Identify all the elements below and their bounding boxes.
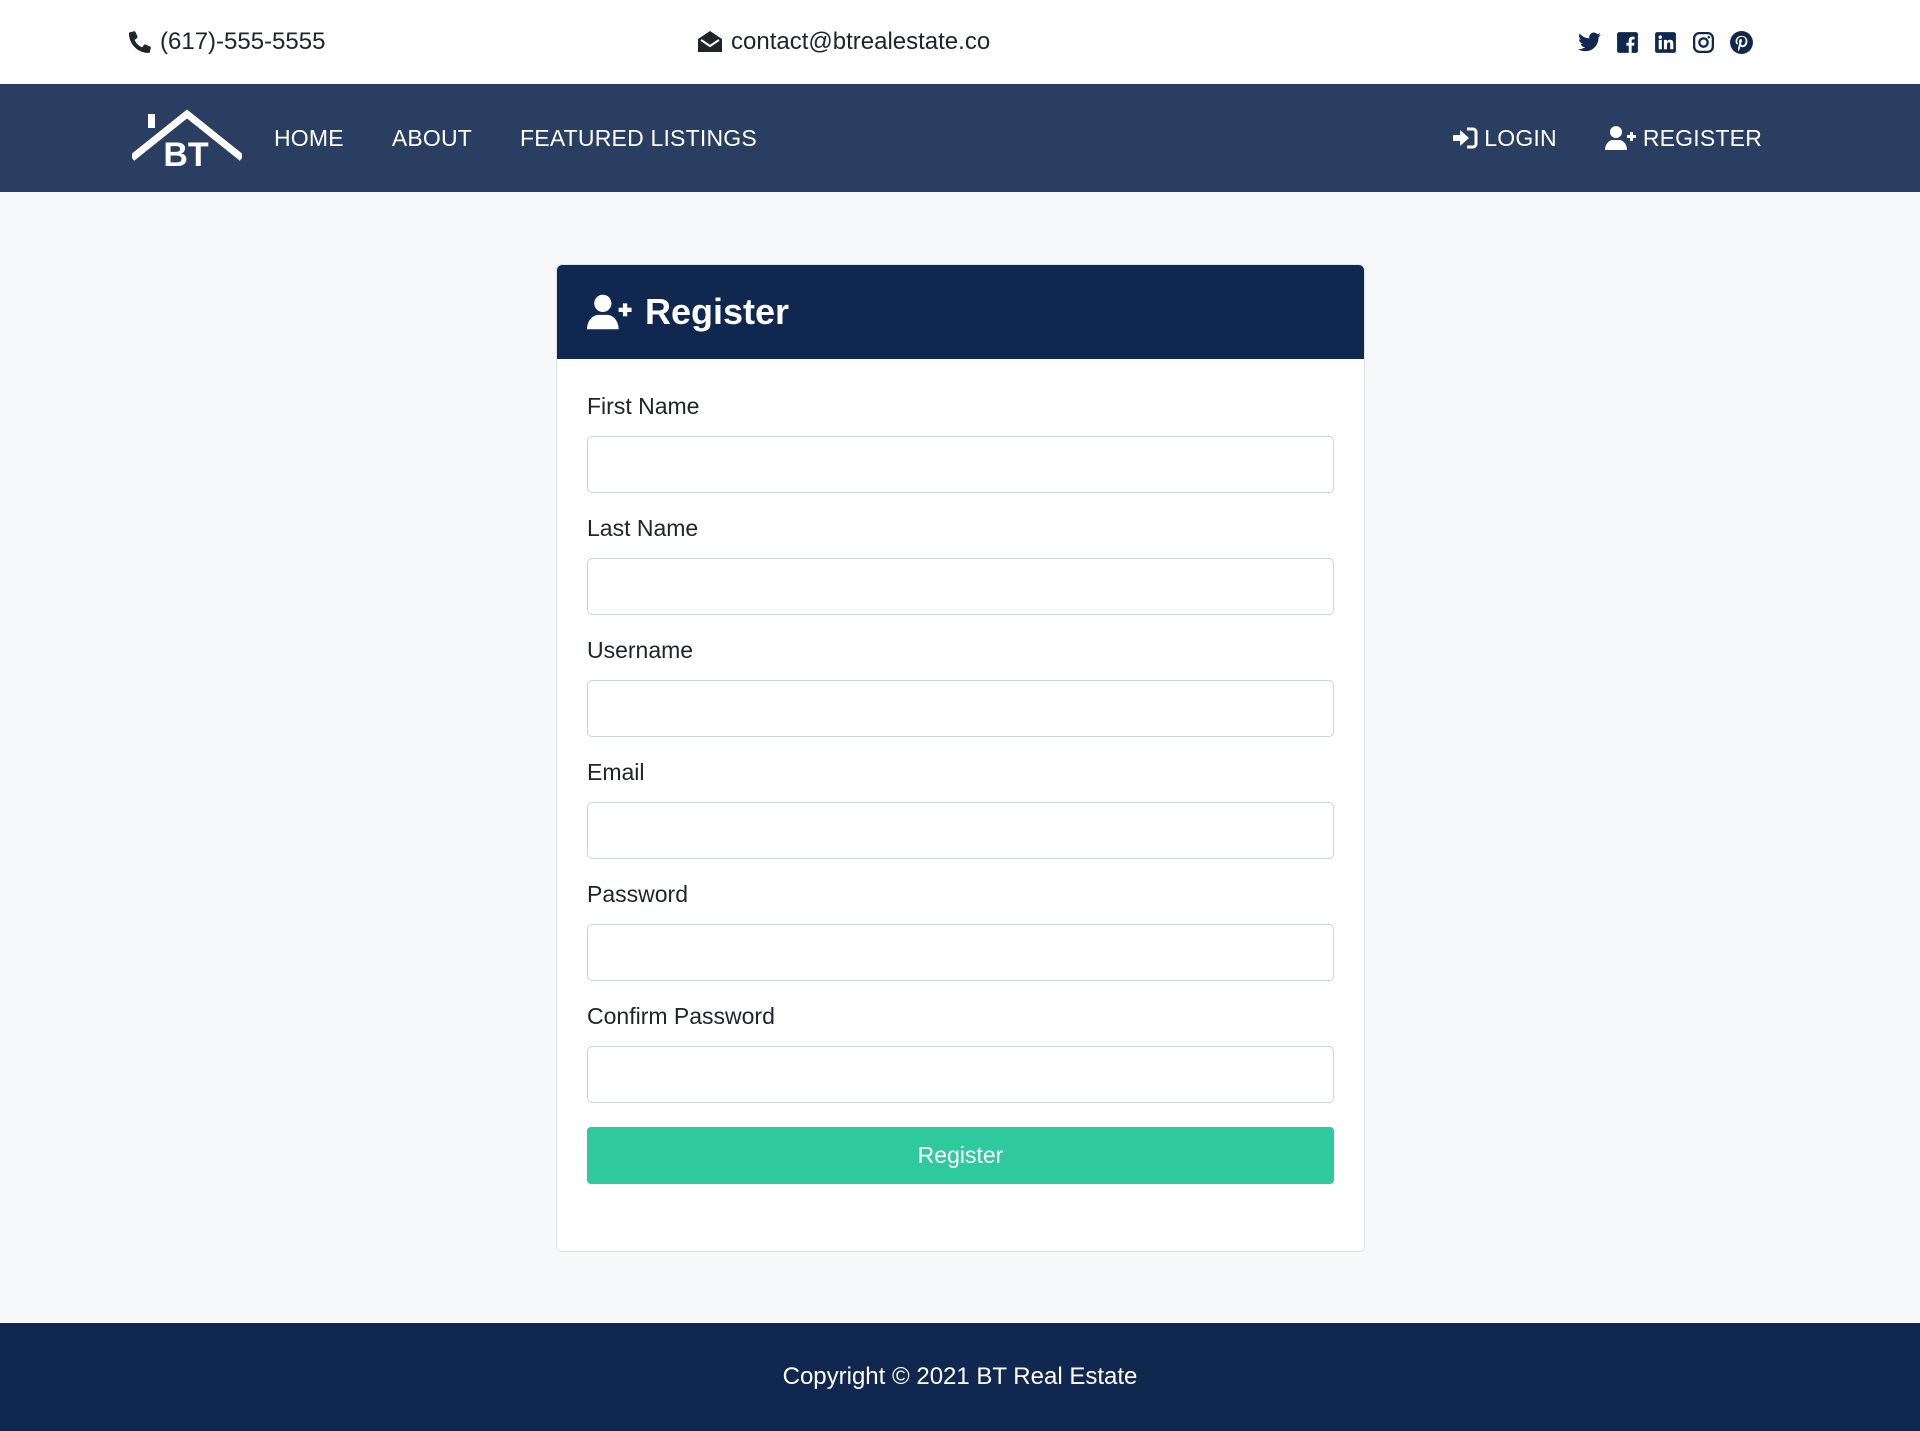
- email-label: Email: [587, 759, 645, 785]
- user-plus-icon: [1604, 125, 1637, 151]
- logo-text: BT: [163, 136, 209, 168]
- phone-number: (617)-555-5555: [160, 28, 326, 55]
- password-group: Password: [587, 881, 1334, 981]
- main-navbar: BT HOME ABOUT FEATURED LISTINGS LOGIN RE…: [0, 84, 1920, 192]
- phone-icon: [128, 30, 152, 54]
- social-links: [1577, 30, 1754, 55]
- nav-links: HOME ABOUT FEATURED LISTINGS: [274, 125, 757, 152]
- twitter-icon[interactable]: [1577, 30, 1602, 55]
- confirm-password-group: Confirm Password: [587, 1003, 1334, 1103]
- email-contact: contact@btrealestate.co: [697, 0, 990, 84]
- facebook-icon[interactable]: [1615, 30, 1640, 55]
- sign-in-icon: [1452, 126, 1478, 150]
- nav-featured-listings[interactable]: FEATURED LISTINGS: [520, 125, 757, 152]
- register-form: First Name Last Name Username Email Pass…: [557, 359, 1364, 1184]
- user-plus-icon: [587, 293, 633, 331]
- first-name-label: First Name: [587, 393, 700, 419]
- copyright-text: Copyright © 2021 BT Real Estate: [782, 1363, 1138, 1390]
- register-card-header: Register: [557, 265, 1364, 359]
- first-name-input[interactable]: [587, 436, 1334, 493]
- nav-register[interactable]: REGISTER: [1604, 124, 1762, 152]
- last-name-input[interactable]: [587, 558, 1334, 615]
- email-address[interactable]: contact@btrealestate.co: [731, 28, 990, 56]
- nav-login[interactable]: LOGIN: [1452, 125, 1557, 152]
- confirm-password-label: Confirm Password: [587, 1003, 775, 1029]
- username-label: Username: [587, 637, 694, 663]
- register-title: Register: [645, 291, 790, 332]
- linkedin-icon[interactable]: [1653, 30, 1678, 55]
- register-submit-button[interactable]: Register: [587, 1127, 1334, 1184]
- first-name-group: First Name: [587, 393, 1334, 493]
- nav-home[interactable]: HOME: [274, 125, 344, 152]
- username-input[interactable]: [587, 680, 1334, 737]
- password-label: Password: [587, 881, 688, 907]
- nav-about[interactable]: ABOUT: [392, 125, 472, 152]
- last-name-label: Last Name: [587, 515, 699, 541]
- envelope-open-icon: [697, 30, 723, 54]
- nav-auth-links: LOGIN REGISTER: [1452, 125, 1762, 152]
- confirm-password-input[interactable]: [587, 1046, 1334, 1103]
- register-card: Register First Name Last Name Username E…: [556, 264, 1365, 1252]
- phone-contact: (617)-555-5555: [128, 28, 325, 56]
- email-input[interactable]: [587, 802, 1334, 859]
- nav-login-label: LOGIN: [1484, 124, 1557, 151]
- last-name-group: Last Name: [587, 515, 1334, 615]
- page-footer: Copyright © 2021 BT Real Estate: [0, 1323, 1920, 1431]
- email-group: Email: [587, 759, 1334, 859]
- password-input[interactable]: [587, 924, 1334, 981]
- top-contact-bar: (617)-555-5555 contact@btrealestate.co: [0, 0, 1920, 84]
- pinterest-icon[interactable]: [1729, 30, 1754, 55]
- bt-logo[interactable]: BT: [129, 108, 245, 174]
- username-group: Username: [587, 637, 1334, 737]
- instagram-icon[interactable]: [1691, 30, 1716, 55]
- nav-register-label: REGISTER: [1642, 124, 1762, 151]
